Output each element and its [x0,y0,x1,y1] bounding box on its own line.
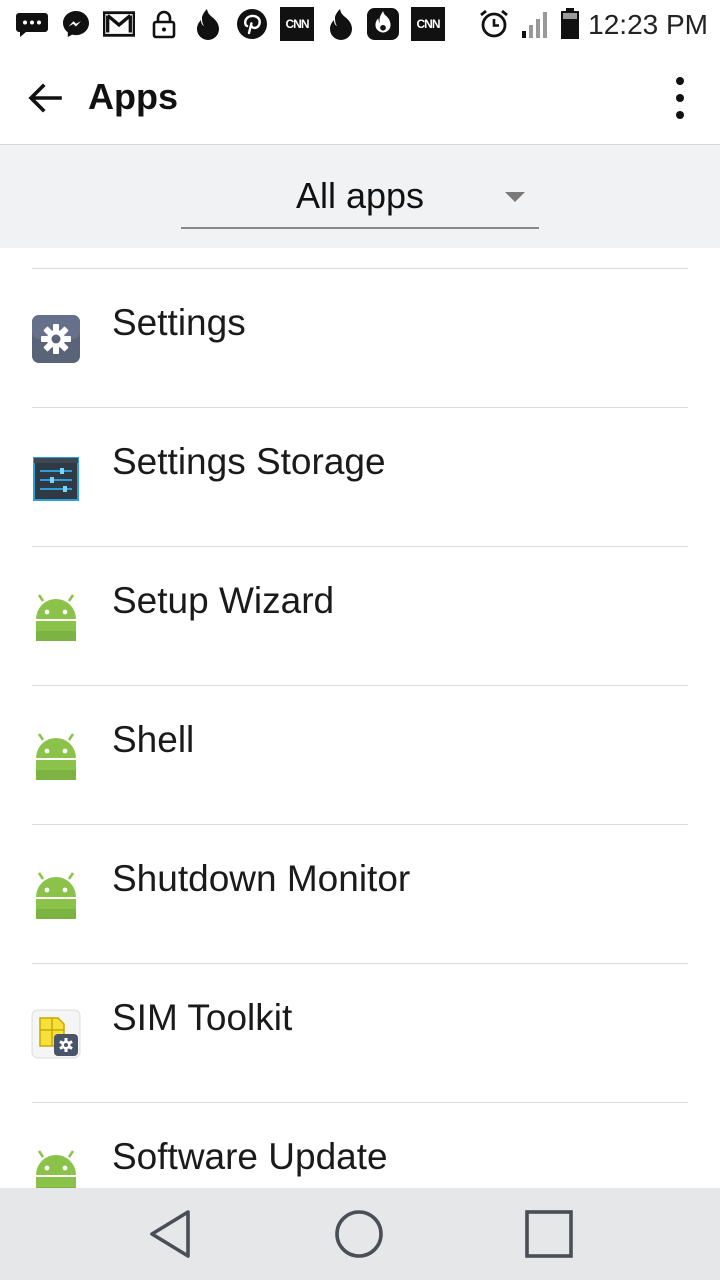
cnn-icon: CNN [280,7,314,41]
app-bar: Apps [0,50,720,145]
app-filter-dropdown[interactable]: All apps [181,165,539,229]
filter-bar: All apps [0,145,720,248]
filter-selected-label: All apps [295,175,425,216]
sms-icon [16,8,48,40]
signal-icon [520,8,552,40]
nav-home-button[interactable] [329,1206,389,1262]
android-icon [30,591,82,643]
arrow-back-icon [28,83,62,113]
list-item[interactable]: Settings [0,269,720,408]
alarm-icon [478,8,510,40]
app-name: SIM Toolkit [112,997,293,1038]
back-triangle-icon [150,1210,190,1258]
home-circle-icon [335,1210,383,1258]
app-name: Setup Wizard [112,580,335,621]
android-icon [30,730,82,782]
app-name: Shutdown Monitor [112,858,411,899]
list-item[interactable]: Setup Wizard [0,547,720,686]
android-icon [30,1147,82,1188]
tinder-icon [325,8,357,40]
back-button[interactable] [18,72,70,124]
nav-recents-button[interactable] [519,1206,579,1262]
app-name: Settings [112,302,246,343]
list-item[interactable]: Software Update [0,1103,720,1188]
android-icon [30,869,82,921]
pinterest-icon [236,8,268,40]
list-item[interactable]: Shutdown Monitor [0,825,720,964]
clock: 12:23 PM [588,9,708,40]
app-name: Shell [112,719,195,760]
overflow-menu-button[interactable] [660,70,700,126]
battery-icon [558,8,582,40]
list-item[interactable]: Settings Storage [0,408,720,547]
page-title: Apps [88,76,178,117]
tinder-icon [192,8,224,40]
nav-back-button[interactable] [140,1206,200,1262]
dropdown-arrow-icon [505,192,525,202]
gmail-icon [103,8,135,40]
app-list[interactable]: Settings Settings Storage Setup Wizard S… [0,248,720,1188]
list-item[interactable]: Shell [0,686,720,825]
sim-toolkit-icon [30,1008,82,1060]
status-bar: CNN CNN 12:23 PM [0,0,720,50]
messenger-icon [60,8,92,40]
app-name: Settings Storage [112,441,386,482]
list-item[interactable]: SIM Toolkit [0,964,720,1103]
hotspot-fire-icon [367,8,399,40]
navigation-bar [0,1188,720,1280]
more-vert-icon [676,77,684,119]
lock-icon [148,8,180,40]
settings-gear-icon [30,313,82,365]
recents-square-icon [525,1210,573,1258]
settings-storage-icon [30,452,82,504]
app-name: Software Update [112,1136,388,1177]
cnn-icon: CNN [411,7,445,41]
